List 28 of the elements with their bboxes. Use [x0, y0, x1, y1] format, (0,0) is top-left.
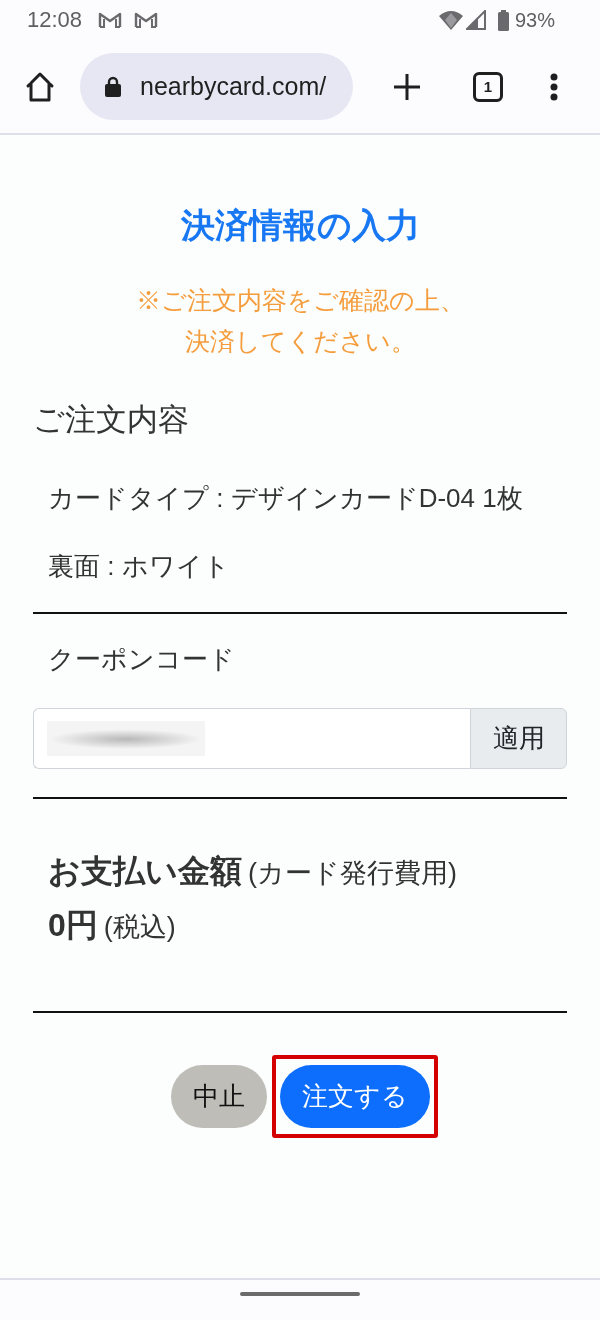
- menu-icon[interactable]: [550, 72, 558, 101]
- home-icon[interactable]: [24, 70, 56, 103]
- plus-icon[interactable]: [393, 72, 421, 101]
- notice-text: ※ご注文内容をご確認の上、決済してください。: [134, 285, 466, 357]
- battery-icon: [497, 9, 509, 31]
- coupon-label: クーポンコード: [47, 643, 236, 676]
- battery-percentage: 93%: [514, 8, 555, 32]
- payment-note: (カード発行費用): [248, 857, 457, 890]
- mail-icon: [134, 11, 159, 29]
- cancel-button[interactable]: 中止: [171, 1065, 267, 1128]
- url-text: nearbycard.com/: [140, 72, 327, 101]
- order-button[interactable]: 注文する: [280, 1065, 430, 1128]
- apply-button[interactable]: 適用: [470, 708, 567, 769]
- order-detail: カードタイプ : デザインカードD-04 1枚: [47, 482, 524, 515]
- payment-amount: 0円: [48, 906, 98, 945]
- signal-icon: [465, 10, 486, 30]
- wifi-icon: [437, 10, 464, 30]
- tax-note: (税込): [103, 911, 176, 944]
- order-heading: ご注文内容: [33, 401, 190, 439]
- address-bar[interactable]: nearbycard.com/: [80, 53, 353, 120]
- order-detail: 裏面 : ホワイト: [47, 550, 231, 583]
- coupon-field[interactable]: [33, 708, 470, 769]
- page-title: 決済情報の入力: [179, 205, 421, 245]
- tab-count-button[interactable]: 1: [473, 71, 503, 102]
- mail-icon: [98, 11, 123, 29]
- status-time: 12:08: [27, 7, 83, 33]
- payment-label: お支払い金額: [48, 852, 242, 891]
- lock-icon: [105, 76, 121, 97]
